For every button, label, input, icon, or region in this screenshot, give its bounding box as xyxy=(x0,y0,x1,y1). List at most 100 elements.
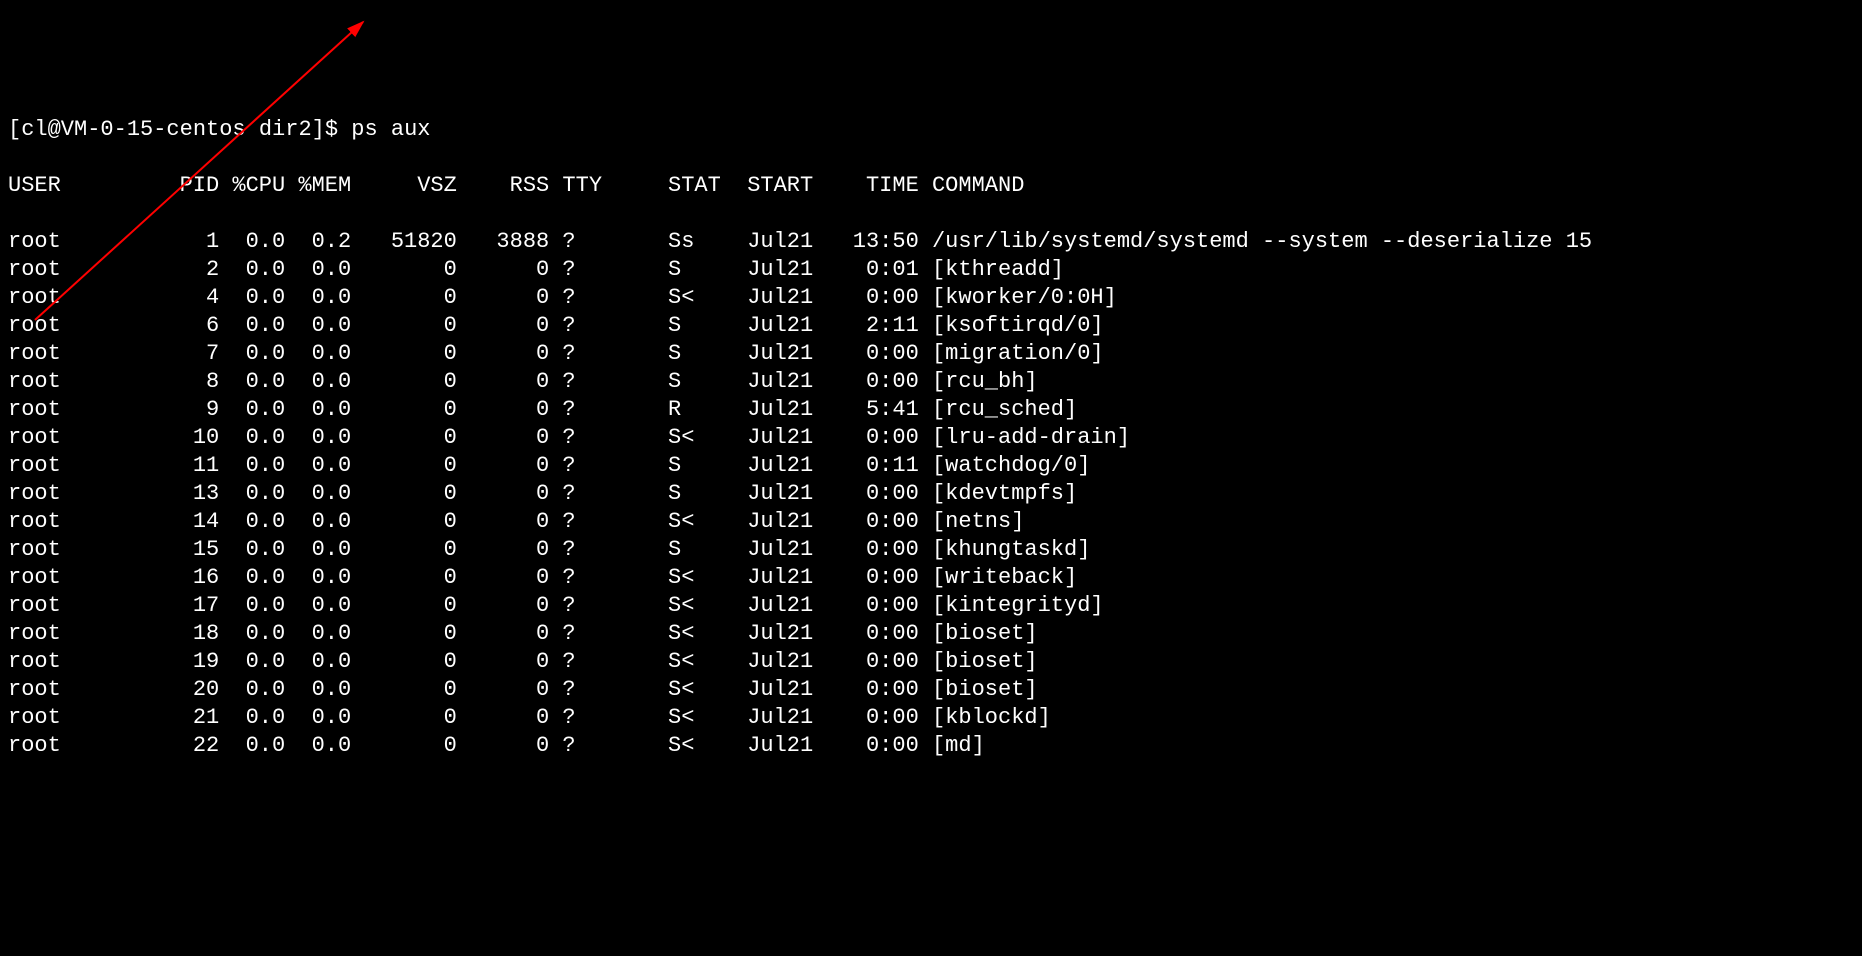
cell-pid: 16 xyxy=(166,564,219,592)
cell-tty: ? xyxy=(549,256,575,284)
cell-cpu: 0.0 xyxy=(219,732,285,760)
cell-rss: 0 xyxy=(457,480,549,508)
cell-command: [kthreadd] xyxy=(919,256,1064,284)
cell-time: 0:00 xyxy=(826,732,918,760)
cell-vsz: 0 xyxy=(351,620,457,648)
cell-mem: 0.0 xyxy=(285,732,351,760)
cell-start: Jul21 xyxy=(734,284,826,312)
cell-command: [md] xyxy=(919,732,985,760)
cell-cpu: 0.0 xyxy=(219,452,285,480)
cell-start: Jul21 xyxy=(734,256,826,284)
cell-mem: 0.2 xyxy=(285,228,351,256)
cell-tty: ? xyxy=(549,228,575,256)
cell-cpu: 0.0 xyxy=(219,508,285,536)
cell-mem: 0.0 xyxy=(285,424,351,452)
cell-mem: 0.0 xyxy=(285,704,351,732)
cell-command: [bioset] xyxy=(919,620,1038,648)
cell-command: [rcu_bh] xyxy=(919,368,1038,396)
cell-start: Jul21 xyxy=(734,480,826,508)
cell-mem: 0.0 xyxy=(285,340,351,368)
table-row: root190.00.000?S<Jul210:00[bioset] xyxy=(8,648,1854,676)
cell-pid: 8 xyxy=(166,368,219,396)
table-row: root140.00.000?S<Jul210:00[netns] xyxy=(8,508,1854,536)
table-row: root60.00.000?SJul212:11[ksoftirqd/0] xyxy=(8,312,1854,340)
cell-user: root xyxy=(8,536,166,564)
cell-pid: 7 xyxy=(166,340,219,368)
cell-vsz: 0 xyxy=(351,592,457,620)
cell-user: root xyxy=(8,424,166,452)
cell-vsz: 0 xyxy=(351,396,457,424)
cell-time: 0:00 xyxy=(826,620,918,648)
cell-cpu: 0.0 xyxy=(219,312,285,340)
cell-mem: 0.0 xyxy=(285,536,351,564)
cell-time: 0:00 xyxy=(826,424,918,452)
cell-command: [bioset] xyxy=(919,676,1038,704)
cell-cpu: 0.0 xyxy=(219,564,285,592)
cell-command: [migration/0] xyxy=(919,340,1104,368)
cell-start: Jul21 xyxy=(734,704,826,732)
cell-tty: ? xyxy=(549,620,575,648)
table-row: root210.00.000?S<Jul210:00[kblockd] xyxy=(8,704,1854,732)
cell-command: /usr/lib/systemd/systemd --system --dese… xyxy=(919,228,1592,256)
cell-command: [kintegrityd] xyxy=(919,592,1104,620)
cell-mem: 0.0 xyxy=(285,368,351,396)
cell-start: Jul21 xyxy=(734,396,826,424)
table-row: root130.00.000?SJul210:00[kdevtmpfs] xyxy=(8,480,1854,508)
cell-rss: 0 xyxy=(457,424,549,452)
cell-mem: 0.0 xyxy=(285,676,351,704)
cell-command: [khungtaskd] xyxy=(919,536,1091,564)
cell-user: root xyxy=(8,648,166,676)
cell-pid: 18 xyxy=(166,620,219,648)
cell-tty: ? xyxy=(549,592,575,620)
cell-stat: S< xyxy=(576,676,734,704)
cell-stat: S xyxy=(576,340,734,368)
cell-rss: 0 xyxy=(457,564,549,592)
cell-time: 0:00 xyxy=(826,284,918,312)
cell-rss: 0 xyxy=(457,704,549,732)
cell-tty: ? xyxy=(549,340,575,368)
cell-time: 2:11 xyxy=(826,312,918,340)
cell-user: root xyxy=(8,592,166,620)
cell-rss: 0 xyxy=(457,676,549,704)
cell-stat: S< xyxy=(576,564,734,592)
cell-start: Jul21 xyxy=(734,228,826,256)
table-row: root160.00.000?S<Jul210:00[writeback] xyxy=(8,564,1854,592)
cell-vsz: 0 xyxy=(351,340,457,368)
cell-time: 0:01 xyxy=(826,256,918,284)
cell-vsz: 0 xyxy=(351,564,457,592)
cell-command: [rcu_sched] xyxy=(919,396,1077,424)
cell-vsz: 0 xyxy=(351,508,457,536)
cell-vsz: 0 xyxy=(351,368,457,396)
cell-cpu: 0.0 xyxy=(219,536,285,564)
cell-user: root xyxy=(8,452,166,480)
cell-vsz: 0 xyxy=(351,256,457,284)
header-stat: STAT xyxy=(576,172,734,200)
cell-tty: ? xyxy=(549,480,575,508)
cell-tty: ? xyxy=(549,284,575,312)
cell-pid: 1 xyxy=(166,228,219,256)
header-time: TIME xyxy=(826,172,918,200)
cell-vsz: 0 xyxy=(351,424,457,452)
cell-user: root xyxy=(8,480,166,508)
cell-user: root xyxy=(8,732,166,760)
cell-cpu: 0.0 xyxy=(219,424,285,452)
cell-user: root xyxy=(8,368,166,396)
cell-start: Jul21 xyxy=(734,368,826,396)
table-row: root90.00.000?RJul215:41[rcu_sched] xyxy=(8,396,1854,424)
cell-vsz: 0 xyxy=(351,676,457,704)
command-prompt[interactable]: [cl@VM-0-15-centos dir2]$ ps aux xyxy=(8,116,1854,144)
cell-vsz: 0 xyxy=(351,452,457,480)
cell-cpu: 0.0 xyxy=(219,592,285,620)
cell-pid: 13 xyxy=(166,480,219,508)
cell-rss: 3888 xyxy=(457,228,549,256)
cell-stat: S< xyxy=(576,620,734,648)
cell-stat: S< xyxy=(576,508,734,536)
header-rss: RSS xyxy=(457,172,549,200)
cell-mem: 0.0 xyxy=(285,592,351,620)
prompt-text: [cl@VM-0-15-centos dir2]$ ps aux xyxy=(8,116,430,144)
cell-vsz: 0 xyxy=(351,732,457,760)
cell-stat: S xyxy=(576,368,734,396)
cell-rss: 0 xyxy=(457,396,549,424)
cell-cpu: 0.0 xyxy=(219,368,285,396)
header-start: START xyxy=(734,172,826,200)
